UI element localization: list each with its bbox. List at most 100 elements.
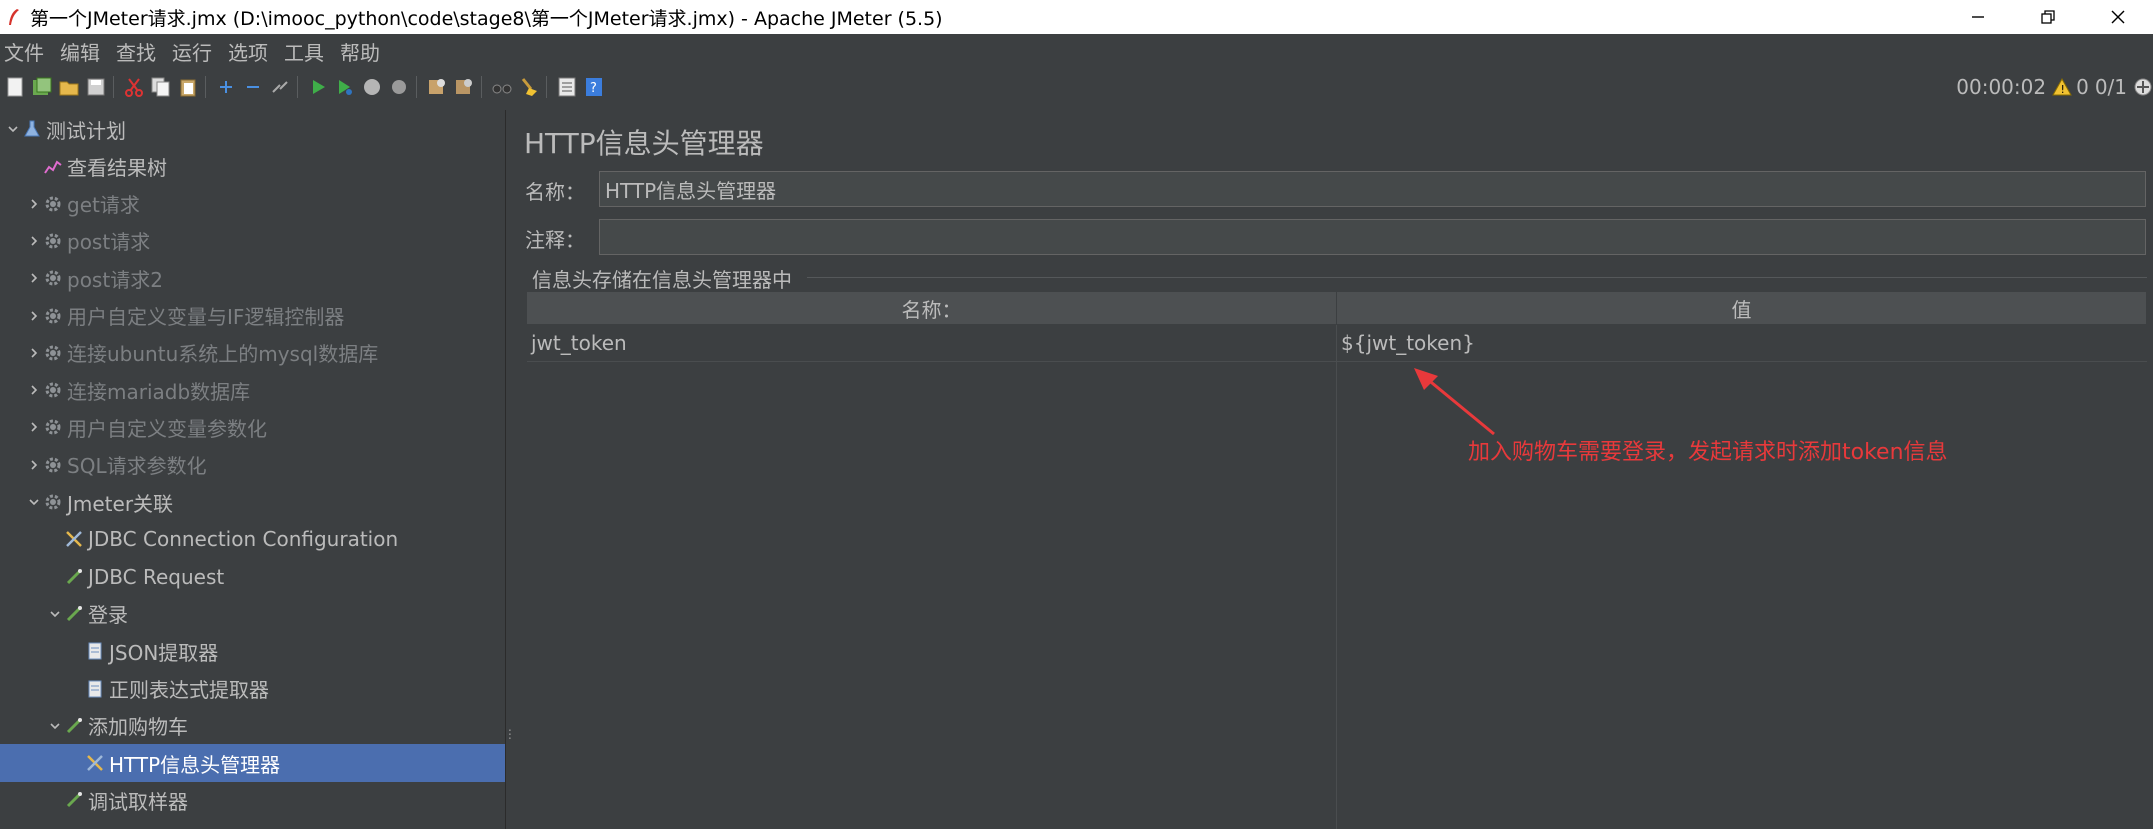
new-button[interactable] [3,75,27,99]
gear-icon [43,268,63,288]
menu-search[interactable]: 查找 [112,37,168,66]
remote-engines-icon[interactable] [2133,77,2153,97]
tree-item[interactable]: post请求 [0,222,505,260]
column-header-value[interactable]: 值 [1337,292,2147,324]
comment-label: 注释： [525,228,585,252]
start-button[interactable] [306,75,330,99]
warning-icon: ! [2052,78,2072,96]
tree-item[interactable]: 查看结果树 [0,147,505,185]
toggle-icon [272,81,288,93]
save-button[interactable] [84,75,108,99]
menu-file[interactable]: 文件 [0,37,56,66]
tree-item-label: 连接mariadb数据库 [67,379,251,404]
menu-edit[interactable]: 编辑 [56,37,112,66]
menu-tools[interactable]: 工具 [280,37,336,66]
tree-item[interactable]: 测试计划 [0,110,505,148]
menu-bar: 文件 编辑 查找 运行 选项 工具 帮助 [0,34,2153,68]
chevron-down-icon[interactable] [25,493,43,511]
tree-item[interactable]: 连接mariadb数据库 [0,371,505,409]
sampler-icon [64,604,84,624]
tree-item[interactable]: Jmeter关联 [0,483,505,521]
tree-item[interactable]: 登录 [0,595,505,633]
restore-button[interactable] [2013,0,2083,34]
tree-item-label: 添加购物车 [88,715,188,740]
chevron-right-icon[interactable] [25,269,43,287]
chevron-right-icon[interactable] [25,232,43,250]
tree-item-label: JDBC Connection Configuration [88,527,399,552]
tree-item-label: Jmeter关联 [67,491,174,516]
name-field[interactable] [599,171,2146,207]
save-icon [87,78,105,96]
splitter-grip-icon: ... [508,720,512,742]
chevron-right-icon[interactable] [25,381,43,399]
paste-button[interactable] [176,75,200,99]
extractor-icon [85,641,105,661]
listener-icon [43,156,63,176]
restore-icon [2041,10,2055,24]
comment-field[interactable] [599,219,2146,255]
tree-item[interactable]: post请求2 [0,259,505,297]
menu-help[interactable]: 帮助 [336,37,392,66]
sampler-icon [64,790,84,810]
shutdown-icon [392,80,406,94]
chevron-down-icon[interactable] [4,120,22,138]
tree-item[interactable]: HTTP信息头管理器 [0,744,505,783]
tree-item[interactable]: 用户自定义变量与IF逻辑控制器 [0,297,505,335]
cut-button[interactable] [122,75,146,99]
tree-item[interactable]: get请求 [0,185,505,223]
tree-item-label: SQL请求参数化 [67,454,207,479]
start-no-pauses-button[interactable] [333,75,357,99]
templates-button[interactable] [30,75,54,99]
panel-splitter[interactable]: ... [505,110,515,829]
copy-button[interactable] [149,75,173,99]
tree-item[interactable]: 连接ubuntu系统上的mysql数据库 [0,334,505,372]
tree-item[interactable]: JDBC Connection Configuration [0,520,505,558]
chevron-down-icon[interactable] [46,605,64,623]
chevron-right-icon[interactable] [25,418,43,436]
tree-item[interactable]: 调试取样器 [0,781,505,819]
expand-all-button[interactable] [214,75,238,99]
open-folder-icon [59,81,79,96]
remote-start-button[interactable] [425,75,449,99]
column-header-name[interactable]: 名称： [527,292,1337,324]
tree-item[interactable]: SQL请求参数化 [0,446,505,484]
copy-icon [151,77,170,97]
tree-item[interactable]: JDBC Request [0,558,505,596]
help-button[interactable]: ? [582,75,606,99]
table-row[interactable]: jwt_token ${jwt_token} [527,325,2147,362]
header-value-cell[interactable]: ${jwt_token} [1337,325,2147,361]
remote-stop-button[interactable] [452,75,476,99]
help-icon: ? [586,78,602,96]
chevron-right-icon[interactable] [25,456,43,474]
tree-item[interactable]: 正则表达式提取器 [0,670,505,708]
close-button[interactable] [2083,0,2153,34]
clear-button[interactable] [517,75,541,99]
close-icon [2111,10,2125,24]
headers-table: 名称： 值 jwt_token ${jwt_token} [527,292,2147,829]
stop-button[interactable] [360,75,384,99]
tree-item-label: 测试计划 [46,118,126,143]
chevron-right-icon[interactable] [25,307,43,325]
tree-item[interactable]: JSON提取器 [0,632,505,670]
collapse-all-button[interactable] [241,75,265,99]
sampler-icon [64,716,84,736]
tree-item[interactable]: 用户自定义变量参数化 [0,408,505,446]
search-button[interactable] [490,75,514,99]
chevron-down-icon[interactable] [46,717,64,735]
minimize-button[interactable] [1943,0,2013,34]
shutdown-button[interactable] [387,75,411,99]
chevron-right-icon[interactable] [25,344,43,362]
name-label: 名称： [525,180,585,204]
open-button[interactable] [57,75,81,99]
toggle-button[interactable] [268,75,292,99]
menu-options[interactable]: 选项 [224,37,280,66]
header-name-cell[interactable]: jwt_token [527,325,1337,361]
tree-item[interactable]: 添加购物车 [0,707,505,745]
gear-icon [43,343,63,363]
tree-item-label: 用户自定义变量与IF逻辑控制器 [67,305,345,329]
menu-run[interactable]: 运行 [168,37,224,66]
function-helper-button[interactable] [555,75,579,99]
chevron-right-icon[interactable] [25,195,43,213]
